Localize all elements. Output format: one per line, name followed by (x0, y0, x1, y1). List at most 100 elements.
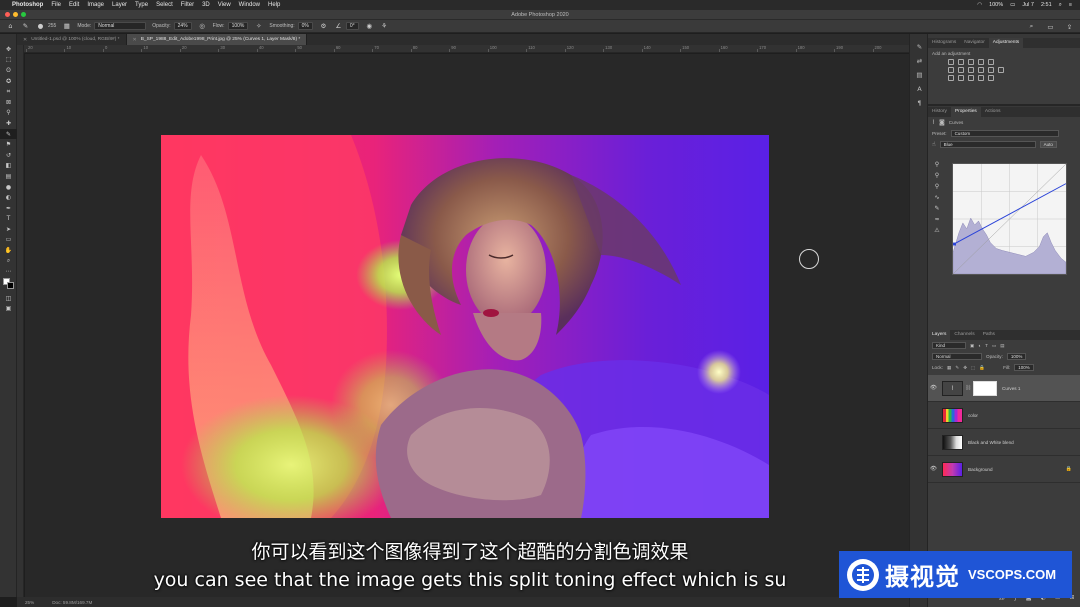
photo-filter-icon[interactable] (978, 67, 984, 73)
menu-select[interactable]: Select (156, 2, 173, 8)
tab-navigator[interactable]: Navigator (960, 38, 989, 48)
lock-position-icon[interactable]: ✥ (963, 365, 967, 371)
menu-view[interactable]: View (218, 2, 231, 8)
layer-row-curves-1[interactable]: 👁 ⌇ ⛓ Curves 1 (928, 375, 1080, 402)
layer-opacity-field[interactable]: 100% (1006, 353, 1027, 360)
menubar-time[interactable]: 2:51 (1041, 2, 1052, 8)
black-point-eyedropper-icon[interactable]: ⚲ (932, 161, 942, 172)
clone-stamp-tool-icon[interactable]: ⚑ (0, 139, 17, 150)
threshold-icon[interactable] (968, 75, 974, 81)
eyedropper-tool-icon[interactable]: ⚲ (0, 108, 17, 119)
menu-file[interactable]: File (51, 2, 61, 8)
crop-tool-icon[interactable]: ⌗ (0, 86, 17, 97)
more-tools-icon[interactable]: ⋯ (0, 266, 17, 277)
smoothing-settings-gear-icon[interactable]: ⚙ (319, 22, 328, 31)
on-image-adjust-icon[interactable]: ☝ (932, 141, 936, 148)
layer-visibility-eye-icon[interactable]: 👁 (928, 385, 939, 391)
draw-curve-pencil-icon[interactable]: ✎ (932, 205, 942, 216)
airbrush-icon[interactable]: ✧ (254, 22, 263, 31)
invert-icon[interactable] (948, 75, 954, 81)
opacity-field[interactable]: 24% (173, 22, 192, 30)
character-panel-icon[interactable]: A (910, 82, 929, 96)
control-center-icon[interactable]: ≡ (1069, 2, 1072, 8)
brush-tool-icon[interactable]: ✎ (0, 128, 17, 140)
close-tab-icon[interactable]: ✕ (133, 37, 137, 43)
selective-color-icon[interactable] (988, 75, 994, 81)
brightness-contrast-icon[interactable] (948, 59, 954, 65)
marquee-tool-icon[interactable]: ⬚ (0, 55, 17, 66)
menu-3d[interactable]: 3D (202, 2, 210, 8)
document-tab-active[interactable]: ✕ B_SP_1988_Edit_Adobe1998_Print.jpg @ 2… (126, 34, 308, 45)
bw-layer-thumbnail[interactable] (942, 434, 963, 450)
filter-adjustment-icon[interactable]: ◐ (978, 343, 981, 348)
edit-points-icon[interactable]: ∿ (932, 194, 942, 205)
background-layer-thumbnail[interactable] (942, 461, 963, 477)
tab-actions[interactable]: Actions (981, 107, 1005, 117)
gradient-map-icon[interactable] (978, 75, 984, 81)
workspace-icon[interactable]: ▭ (1046, 22, 1055, 31)
filter-smart-object-icon[interactable]: ▤ (1000, 343, 1004, 349)
filter-type-icon[interactable]: T (985, 343, 988, 348)
pressure-opacity-icon[interactable]: ◎ (198, 22, 207, 31)
color-layer-thumbnail[interactable] (942, 407, 963, 423)
shape-tool-icon[interactable]: ▭ (0, 235, 17, 246)
tab-paths[interactable]: Paths (979, 330, 999, 340)
menu-layer[interactable]: Layer (112, 2, 127, 8)
tab-layers[interactable]: Layers (928, 330, 951, 340)
zoom-tool-icon[interactable]: ⌕ (0, 256, 17, 267)
flow-field[interactable]: 100% (227, 22, 249, 30)
photo-artwork[interactable] (161, 135, 769, 518)
exposure-icon[interactable] (978, 59, 984, 65)
vertical-ruler[interactable] (17, 45, 24, 597)
levels-icon[interactable] (958, 59, 964, 65)
hand-tool-icon[interactable]: ✋ (0, 245, 17, 256)
type-tool-icon[interactable]: T (0, 214, 17, 225)
chain-link-icon[interactable]: ⛓ (965, 385, 971, 391)
healing-brush-tool-icon[interactable]: ✚ (0, 118, 17, 129)
fill-field[interactable]: 100% (1014, 364, 1034, 371)
layer-lock-icon[interactable]: 🔒 (1066, 466, 1072, 472)
hue-saturation-icon[interactable] (948, 67, 954, 73)
preset-select[interactable]: Custom (950, 130, 1059, 137)
tab-adjustments[interactable]: Adjustments (988, 38, 1024, 48)
quick-select-tool-icon[interactable]: ✪ (0, 76, 17, 87)
menu-edit[interactable]: Edit (69, 2, 79, 8)
color-swatches[interactable] (0, 277, 17, 293)
menu-image[interactable]: Image (87, 2, 104, 8)
layer-name[interactable]: Curves 1 (1002, 386, 1020, 391)
libraries-icon[interactable]: ▤ (910, 68, 929, 82)
tab-history[interactable]: History (928, 107, 951, 117)
smooth-curve-icon[interactable]: ≈ (932, 216, 942, 227)
pen-tool-icon[interactable]: ✒ (0, 203, 17, 214)
channel-select[interactable]: Blue (939, 141, 1036, 148)
background-color-swatch[interactable] (7, 282, 14, 290)
layer-row-color[interactable]: color (928, 402, 1080, 429)
tab-properties[interactable]: Properties (950, 107, 981, 117)
dodge-tool-icon[interactable]: ◐ (0, 192, 17, 203)
doc-size-info[interactable]: Doc: 59.8M/169.7M (52, 600, 92, 605)
search-icon[interactable]: ⌕ (1027, 22, 1036, 31)
mode-select[interactable]: Normal (94, 22, 147, 30)
posterize-icon[interactable] (958, 75, 964, 81)
menu-filter[interactable]: Filter (181, 2, 194, 8)
curves-graph[interactable] (952, 163, 1067, 275)
blend-mode-select[interactable]: Normal (932, 353, 982, 360)
menu-help[interactable]: Help (268, 2, 280, 8)
vibrance-icon[interactable] (988, 59, 994, 65)
tab-histograms[interactable]: Histograms (928, 38, 960, 48)
layer-row-black-and-white-blend[interactable]: Black and White blend (928, 429, 1080, 456)
layer-name[interactable]: Background (968, 467, 993, 472)
spotlight-icon[interactable]: ⌕ (1059, 2, 1062, 9)
quick-mask-icon[interactable]: ◫ (0, 293, 17, 304)
document-canvas[interactable] (25, 54, 909, 597)
zoom-level[interactable]: 25% (25, 600, 34, 605)
filter-pixel-icon[interactable]: ▣ (970, 343, 974, 349)
filter-shape-icon[interactable]: ▭ (992, 343, 996, 349)
gray-point-eyedropper-icon[interactable]: ⚲ (932, 172, 942, 183)
brush-size-picker[interactable]: ● 255 (36, 22, 57, 31)
auto-button[interactable]: Auto (1039, 141, 1057, 148)
layer-visibility-eye-icon[interactable]: 👁 (928, 466, 939, 472)
layer-name[interactable]: Black and White blend (968, 440, 1014, 445)
black-white-icon[interactable] (968, 67, 974, 73)
smoothing-field[interactable]: 0% (297, 22, 313, 30)
